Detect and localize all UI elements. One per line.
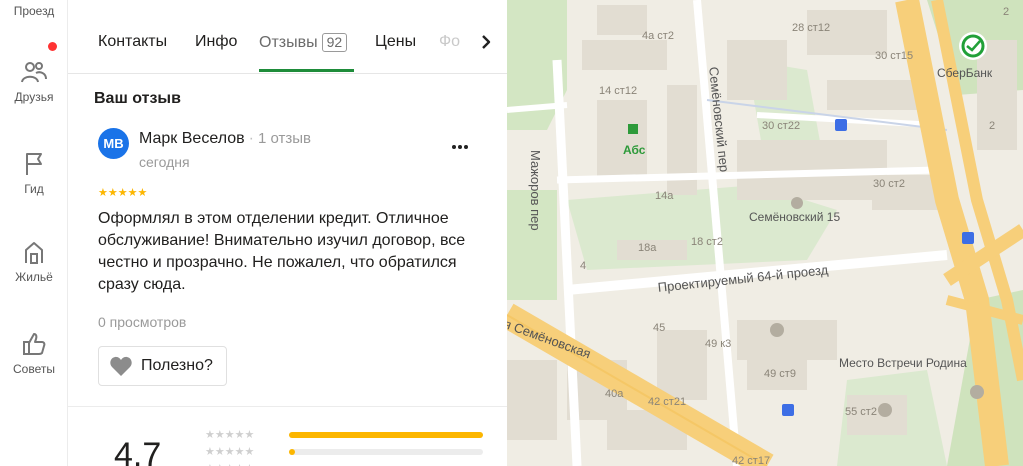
poi-label-abs[interactable]: Абс: [623, 143, 645, 157]
distribution-bar-fill: [289, 449, 295, 455]
distribution-stars: ★★★★★: [205, 462, 254, 466]
nav-item-route-label: Проезд: [13, 4, 55, 18]
reviews-count-badge: 92: [321, 33, 348, 52]
house-icon: [25, 242, 43, 264]
map-label: 18а: [638, 242, 657, 254]
nav-item-friends[interactable]: Друзья: [0, 58, 68, 104]
organization-panel: Контакты Инфо Отзывы 92 Цены Фо Ваш отзыв…: [68, 0, 507, 466]
distribution-stars: ★★★★★: [205, 446, 255, 458]
friends-icon: [21, 62, 47, 83]
map-label: 42 ст21: [648, 396, 687, 408]
map-label: 28 ст12: [792, 22, 831, 34]
sberbank-label[interactable]: СберБанк: [937, 66, 992, 80]
distribution-bar: [289, 432, 483, 438]
map-label: 4а ст2: [642, 30, 674, 42]
active-tab-indicator: [259, 69, 354, 72]
useful-button[interactable]: Полезно?: [98, 346, 227, 386]
distribution-bar: [289, 449, 483, 455]
map-label: 49 ст9: [764, 368, 796, 380]
dot-icon: [452, 145, 456, 149]
flag-icon: [26, 153, 42, 175]
road-label: Мажоров пер: [528, 150, 543, 231]
nav-item-guide[interactable]: Гид: [0, 150, 68, 196]
your-review-heading: Ваш отзыв: [94, 90, 181, 107]
map-label: 4: [580, 260, 587, 272]
review-stars: ★★★★★: [98, 187, 148, 199]
nav-item-route[interactable]: Проезд: [0, 4, 68, 18]
notification-dot: [48, 42, 57, 51]
nav-item-housing[interactable]: Жильё: [0, 238, 68, 284]
map-label: 30 ст15: [875, 50, 914, 62]
map-label: 42 ст17: [732, 455, 771, 466]
map-label: 14 ст12: [599, 85, 638, 97]
review-text: Оформлял в этом отделении кредит. Отличн…: [98, 210, 466, 293]
tab-reviews-label: Отзывы: [259, 34, 318, 51]
map-label: 2: [1003, 6, 1010, 18]
review-views: 0 просмотров: [98, 314, 187, 330]
nav-item-friends-label: Друзья: [14, 90, 54, 104]
map-label: 45: [653, 322, 666, 334]
map-label: 55 ст2: [845, 406, 877, 418]
map-label: 30 ст22: [762, 120, 801, 132]
tab-reviews[interactable]: Отзывы 92: [259, 33, 348, 52]
map-label: Место Встречи Родина: [839, 356, 967, 370]
avatar[interactable]: MB: [98, 128, 129, 159]
dot-icon: [464, 145, 468, 149]
useful-label: Полезно?: [141, 357, 213, 374]
review-date: сегодня: [139, 154, 190, 170]
tab-contacts[interactable]: Контакты: [98, 33, 167, 51]
tab-prices[interactable]: Цены: [375, 33, 416, 51]
chevron-right-icon[interactable]: [476, 32, 496, 52]
distribution-stars: ★★★★★: [205, 429, 255, 441]
nav-item-tips[interactable]: Советы: [0, 330, 68, 376]
tab-bar: Контакты Инфо Отзывы 92 Цены Фо: [68, 0, 507, 74]
map-label: 30 ст2: [873, 178, 905, 190]
map-label: Семёновский 15: [749, 210, 841, 224]
thumbs-up-icon: [23, 333, 46, 355]
section-divider: [68, 406, 507, 407]
author-reviews-count: 1 отзыв: [257, 130, 311, 147]
map-label: 40а: [605, 388, 624, 400]
map-label: 49 к3: [705, 338, 732, 350]
map-label: 18 ст2: [691, 236, 723, 248]
map-view[interactable]: 4а ст2 28 ст12 30 ст15 СберБанк 14 ст12 …: [507, 0, 1023, 466]
rating-value: 4.7: [114, 436, 162, 466]
nav-item-tips-label: Советы: [13, 362, 55, 376]
dot-icon: [458, 145, 462, 149]
nav-item-housing-label: Жильё: [15, 270, 53, 284]
nav-item-guide-label: Гид: [24, 182, 44, 196]
tab-photos[interactable]: Фо: [439, 33, 460, 51]
author-separator: ·: [248, 130, 254, 147]
tab-info[interactable]: Инфо: [195, 33, 237, 51]
author-name[interactable]: Марк Веселов: [139, 130, 245, 147]
distribution-bar-fill: [289, 432, 483, 438]
map-label: 14а: [655, 190, 674, 202]
more-options-button[interactable]: [451, 136, 475, 152]
left-nav-rail: Проезд Друзья Гид Жильё Советы: [0, 0, 68, 466]
review-author: Марк Веселов · 1 отзыв: [139, 130, 311, 148]
map-label: 2: [989, 120, 996, 132]
heart-icon: [110, 356, 132, 376]
